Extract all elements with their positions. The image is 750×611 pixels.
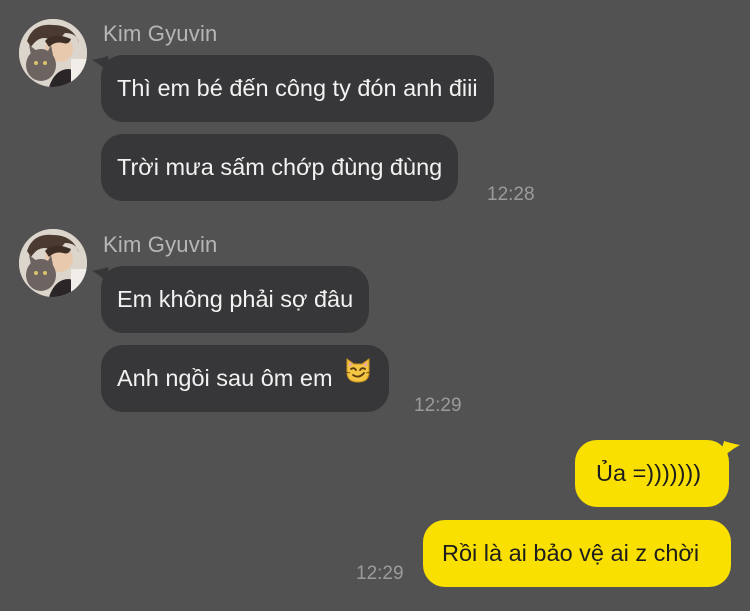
message-timestamp: 12:29 [356, 563, 404, 584]
message-bubble[interactable]: Anh ngồi sau ôm em [101, 344, 390, 412]
message-bubble[interactable]: Thì em bé đến công ty đón anh điii [101, 55, 494, 122]
sender-name: Kim Gyuvin [103, 21, 218, 46]
smirking-cat-icon [343, 344, 373, 411]
bubble-tail [718, 441, 740, 463]
message-bubble[interactable]: Trời mưa sấm chớp đùng đùng [101, 134, 459, 201]
avatar[interactable] [19, 19, 87, 87]
message-timestamp: 12:29 [414, 395, 462, 416]
message-bubble[interactable]: Rồi là ai bảo vệ ai z chời [423, 520, 731, 587]
avatar[interactable] [19, 229, 87, 297]
avatar-photo [19, 229, 87, 297]
message-bubble[interactable]: Em không phải sợ đâu [101, 266, 370, 333]
sender-name: Kim Gyuvin [103, 232, 218, 257]
message-text: Anh ngồi sau ôm em [117, 365, 333, 391]
avatar-photo [19, 19, 87, 87]
message-timestamp: 12:28 [487, 184, 535, 205]
message-bubble[interactable]: Ủa =))))))) [575, 440, 729, 507]
